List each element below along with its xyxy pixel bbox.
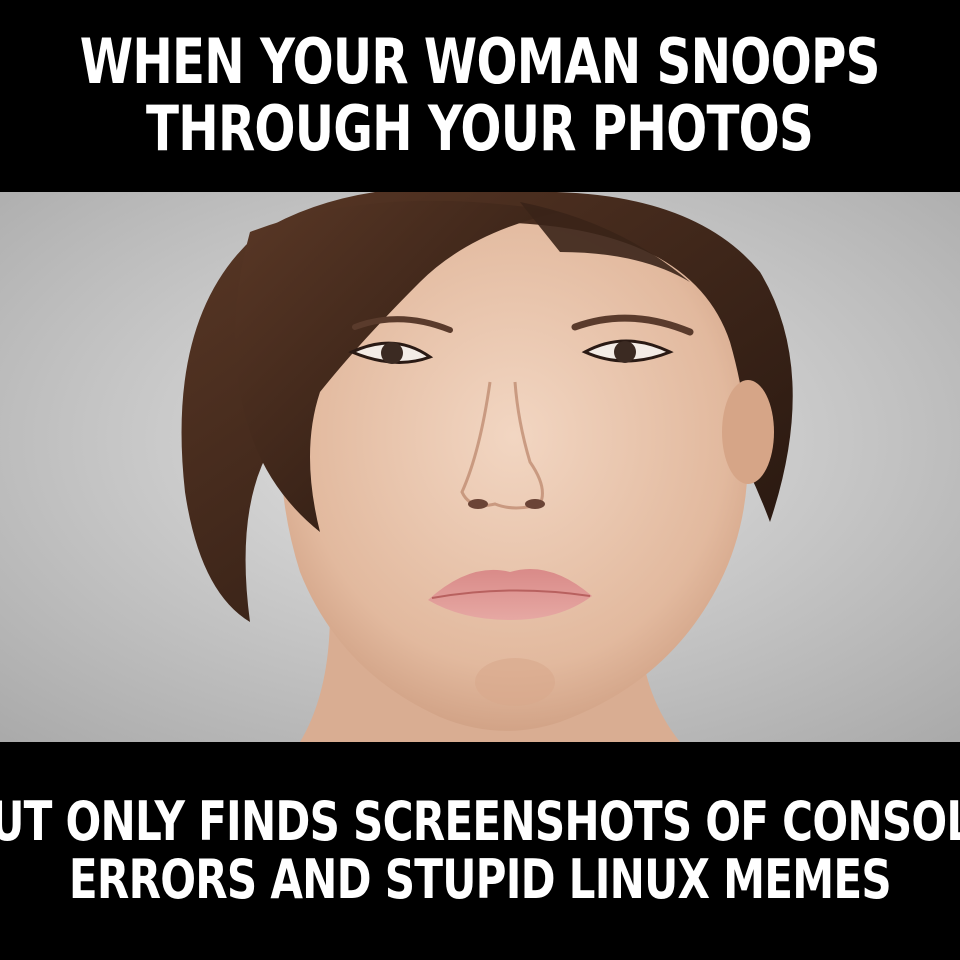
woman-portrait-photo [0, 192, 960, 742]
top-caption-line-2: THROUGH YOUR PHOTOS [146, 92, 815, 165]
left-nostril [468, 499, 488, 509]
top-caption-line-1: WHEN YOUR WOMAN SNOOPS [80, 25, 881, 99]
chin [475, 658, 555, 706]
right-iris [614, 341, 636, 363]
ear [722, 380, 774, 484]
right-nostril [525, 499, 545, 509]
bottom-caption: BUT ONLY FINDS SCREENSHOTS OF CONSOLE ER… [0, 742, 960, 960]
bottom-caption-line-1: BUT ONLY FINDS SCREENSHOTS OF CONSOLE [0, 789, 960, 853]
bottom-caption-line-2: ERRORS AND STUPID LINUX MEMES [69, 848, 892, 911]
top-caption: WHEN YOUR WOMAN SNOOPS THROUGH YOUR PHOT… [0, 0, 960, 192]
left-iris [381, 342, 403, 364]
meme-image: WHEN YOUR WOMAN SNOOPS THROUGH YOUR PHOT… [0, 0, 960, 960]
